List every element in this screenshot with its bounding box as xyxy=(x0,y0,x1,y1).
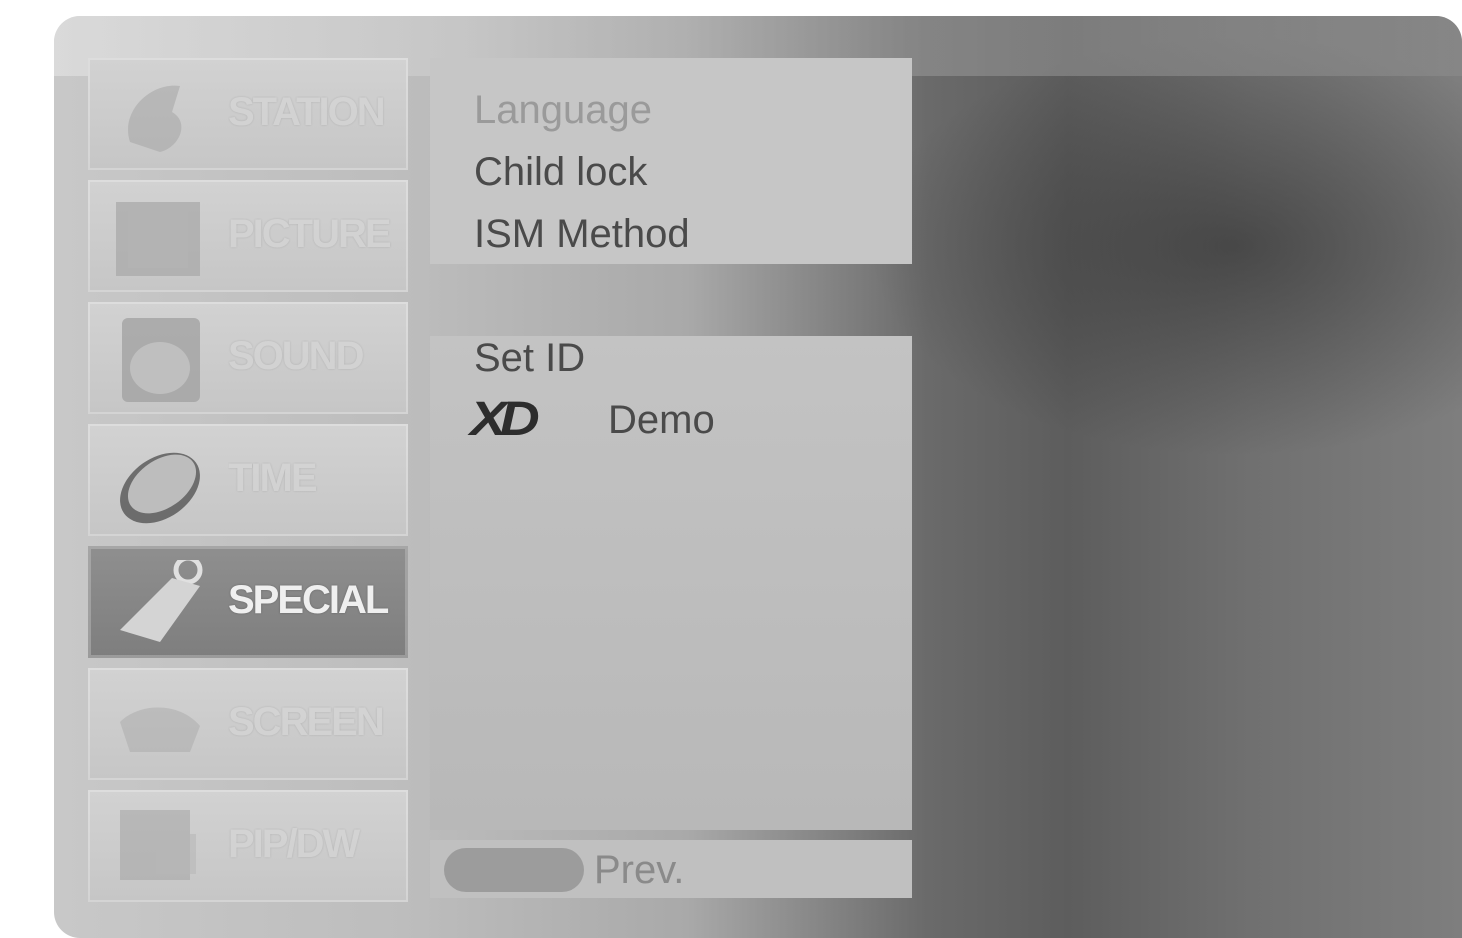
menu-item-child-lock[interactable]: Child lock xyxy=(474,150,647,195)
sidebar-item-label: SCREEN xyxy=(228,700,385,744)
sidebar-item-pip-dw[interactable]: PIP/DW xyxy=(88,790,408,902)
xd-demo-label: Demo xyxy=(608,398,715,442)
sidebar-item-sound[interactable]: SOUND xyxy=(88,302,408,414)
prev-hint-label: Prev. xyxy=(594,848,685,892)
clock-icon xyxy=(120,452,200,524)
sidebar-item-time[interactable]: TIME xyxy=(88,424,408,536)
menu-footer: Prev. xyxy=(430,840,912,898)
sidebar-item-station[interactable]: STATION xyxy=(88,58,408,170)
xd-logo: XD xyxy=(470,393,540,446)
sidebar-item-label: TIME xyxy=(228,456,318,500)
sidebar-item-label: SOUND xyxy=(228,334,364,378)
monitor-icon xyxy=(120,707,200,752)
globe-icon xyxy=(128,85,182,152)
sidebar-item-label: PIP/DW xyxy=(228,822,360,866)
special-submenu-bottom: Set ID XD Demo xyxy=(430,336,912,830)
pip-window-icon xyxy=(120,810,196,880)
picture-frame-icon xyxy=(116,202,200,276)
tag-icon xyxy=(120,560,203,642)
menu-item-set-id[interactable]: Set ID xyxy=(474,336,585,381)
sidebar-item-screen[interactable]: SCREEN xyxy=(88,668,408,780)
sidebar-item-label: STATION xyxy=(228,90,386,134)
menu-item-language[interactable]: Language xyxy=(474,88,652,133)
sidebar-item-label: PICTURE xyxy=(228,212,392,256)
sidebar-item-label: SPECIAL xyxy=(228,578,389,622)
special-submenu-top: Language Child lock ISM Method xyxy=(430,58,912,264)
sidebar-item-special[interactable]: SPECIAL xyxy=(88,546,408,658)
speaker-icon xyxy=(122,318,200,402)
sidebar-item-picture[interactable]: PICTURE xyxy=(88,180,408,292)
menu-button-icon xyxy=(444,848,584,892)
menu-item-ism-method[interactable]: ISM Method xyxy=(474,212,690,257)
